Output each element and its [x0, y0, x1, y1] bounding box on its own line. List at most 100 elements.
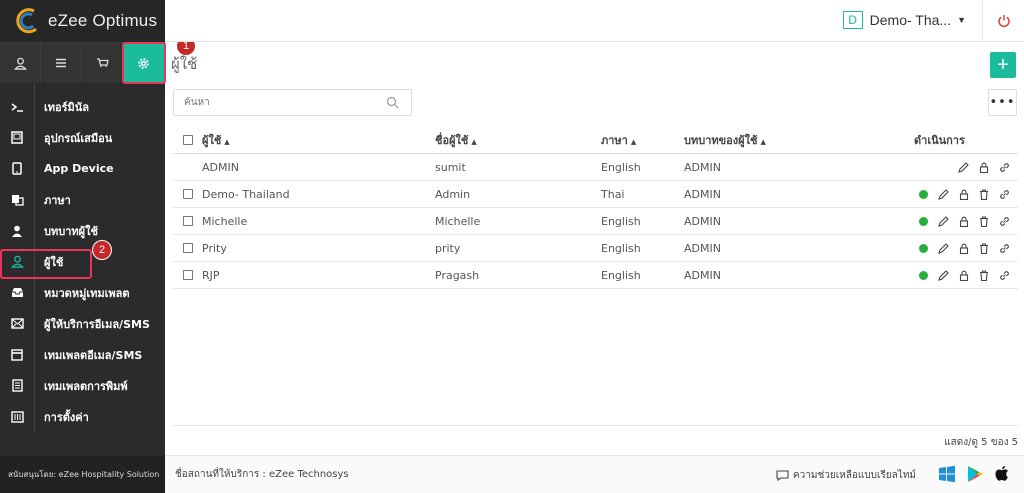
sidebar-item-terminal[interactable]: เทอร์มินัล [0, 91, 165, 122]
cell-user: ADMIN [202, 160, 239, 174]
cell-username: Pragash [435, 268, 480, 282]
sidebar-item-language[interactable]: ภาษา [0, 184, 165, 215]
sidebar-item-email-sms-provider[interactable]: ผู้ให้บริการอีเมล/SMS [0, 308, 165, 339]
lock-icon[interactable] [959, 216, 969, 227]
cell-username: prity [435, 241, 461, 255]
sidebar-item-label: ภาษา [44, 193, 71, 207]
sort-up-icon: ▲ [224, 138, 230, 146]
cell-username: sumit [435, 160, 466, 174]
search-input[interactable] [184, 97, 384, 108]
cell-role: ADMIN [684, 160, 721, 174]
support-label: ความช่วยเหลือแบบเรียลไทม์ [792, 470, 916, 481]
row-actions [864, 161, 1018, 173]
cell-role: ADMIN [684, 268, 721, 282]
app-name: eZee Optimus [48, 11, 158, 30]
property-selector[interactable]: D Demo- Tha... ▼ [842, 11, 966, 29]
link-icon[interactable] [999, 189, 1010, 200]
cell-username: Michelle [435, 214, 481, 228]
sort-up-icon: ▲ [760, 138, 766, 146]
column-header-language[interactable]: ภาษา ▲ [601, 131, 684, 149]
app-logo[interactable]: eZee Optimus [0, 0, 165, 42]
chevron-down-icon: ▼ [957, 15, 966, 25]
sidebar-item-email-sms-template[interactable]: เทมเพลตอีเมล/SMS [0, 339, 165, 370]
status-active-icon[interactable] [919, 216, 928, 226]
role-icon [0, 225, 34, 237]
document-icon [0, 379, 34, 392]
select-all-checkbox[interactable] [182, 135, 193, 145]
edit-icon[interactable] [938, 215, 949, 227]
trash-icon[interactable] [979, 215, 989, 227]
row-checkbox[interactable] [182, 216, 193, 226]
logout-button[interactable] [982, 0, 1024, 42]
lock-icon[interactable] [959, 270, 969, 281]
edit-icon[interactable] [938, 269, 949, 281]
trash-icon[interactable] [979, 242, 989, 254]
google-play-icon[interactable] [966, 465, 984, 483]
tab-settings[interactable] [122, 42, 166, 84]
link-icon[interactable] [999, 243, 1010, 254]
status-active-icon[interactable] [919, 270, 928, 280]
language-icon [0, 194, 34, 206]
power-icon [997, 15, 1010, 28]
row-actions [864, 242, 1018, 254]
column-header-user[interactable]: ผู้ใช้ ▲ [202, 131, 435, 149]
cell-language: English [601, 268, 641, 282]
sidebar-item-label: อุปกรณ์เสมือน [44, 131, 113, 145]
sidebar: eZee Optimus เทอร์มินัล อุปกรณ์เสมือน Ap… [0, 0, 166, 493]
tab-profile[interactable] [0, 43, 41, 83]
more-options-button[interactable]: ••• [988, 89, 1017, 116]
link-icon[interactable] [999, 270, 1010, 281]
sidebar-item-template-category[interactable]: หมวดหมู่เทมเพลต [0, 277, 165, 308]
row-actions [864, 188, 1018, 200]
live-support-link[interactable]: ความช่วยเหลือแบบเรียลไทม์ [776, 468, 916, 483]
row-checkbox[interactable] [182, 189, 193, 199]
lock-icon[interactable] [959, 189, 969, 200]
edit-icon[interactable] [958, 161, 969, 173]
lock-icon[interactable] [959, 243, 969, 254]
row-actions [864, 269, 1018, 281]
sidebar-item-label: ผู้ให้บริการอีเมล/SMS [44, 317, 150, 331]
link-icon[interactable] [999, 216, 1010, 227]
inbox-icon [0, 287, 34, 298]
table-row: RJP Pragash English ADMIN [173, 262, 1018, 289]
mobile-icon [0, 162, 34, 175]
provider-text: ชื่อสถานที่ให้บริการ : eZee Technosys [175, 469, 349, 480]
cell-language: English [601, 214, 641, 228]
trash-icon[interactable] [979, 269, 989, 281]
sidebar-item-virtual-device[interactable]: อุปกรณ์เสมือน [0, 122, 165, 153]
lock-icon[interactable] [979, 162, 989, 173]
column-header-actions: ดำเนินการ [914, 134, 965, 147]
sidebar-item-app-device[interactable]: App Device [0, 153, 165, 184]
column-header-username[interactable]: ชื่อผู้ใช้ ▲ [435, 131, 601, 149]
tab-menu[interactable] [41, 43, 82, 83]
cell-language: Thai [601, 187, 625, 201]
sort-up-icon: ▲ [630, 138, 637, 146]
row-checkbox[interactable] [182, 270, 193, 280]
sidebar-item-user-role[interactable]: บทบาทผู้ใช้ [0, 215, 165, 246]
status-active-icon[interactable] [919, 189, 928, 199]
status-active-icon[interactable] [919, 243, 928, 253]
sidebar-item-settings[interactable]: การตั้งค่า [0, 401, 165, 432]
link-icon[interactable] [999, 162, 1010, 173]
table-row: ADMIN sumit English ADMIN [173, 154, 1018, 181]
pagination-info: แสดง/ดู 5 ของ 5 [173, 425, 1018, 455]
sidebar-item-print-template[interactable]: เทมเพลตการพิมพ์ [0, 370, 165, 401]
apple-icon[interactable] [994, 465, 1010, 483]
user-icon [13, 57, 27, 70]
row-actions [864, 215, 1018, 227]
sidebar-item-label: การตั้งค่า [44, 410, 89, 424]
edit-icon[interactable] [938, 242, 949, 254]
step-badge-2: 2 [92, 240, 112, 260]
edit-icon[interactable] [938, 188, 949, 200]
search-icon [386, 96, 399, 109]
column-header-role[interactable]: บทบาทของผู้ใช้ ▲ [684, 131, 864, 149]
row-checkbox[interactable] [182, 243, 193, 253]
top-header: D Demo- Tha... ▼ [165, 0, 1024, 42]
table-header-row: ผู้ใช้ ▲ ชื่อผู้ใช้ ▲ ภาษา ▲ บทบาทของผู้ใช้… [173, 127, 1018, 154]
tab-pos[interactable] [82, 43, 123, 83]
add-user-button[interactable]: + [990, 52, 1016, 78]
windows-icon[interactable] [938, 465, 956, 483]
page-title: ผู้ใช้ [171, 55, 198, 73]
sidebar-item-label: เทอร์มินัล [44, 100, 90, 114]
trash-icon[interactable] [979, 188, 989, 200]
